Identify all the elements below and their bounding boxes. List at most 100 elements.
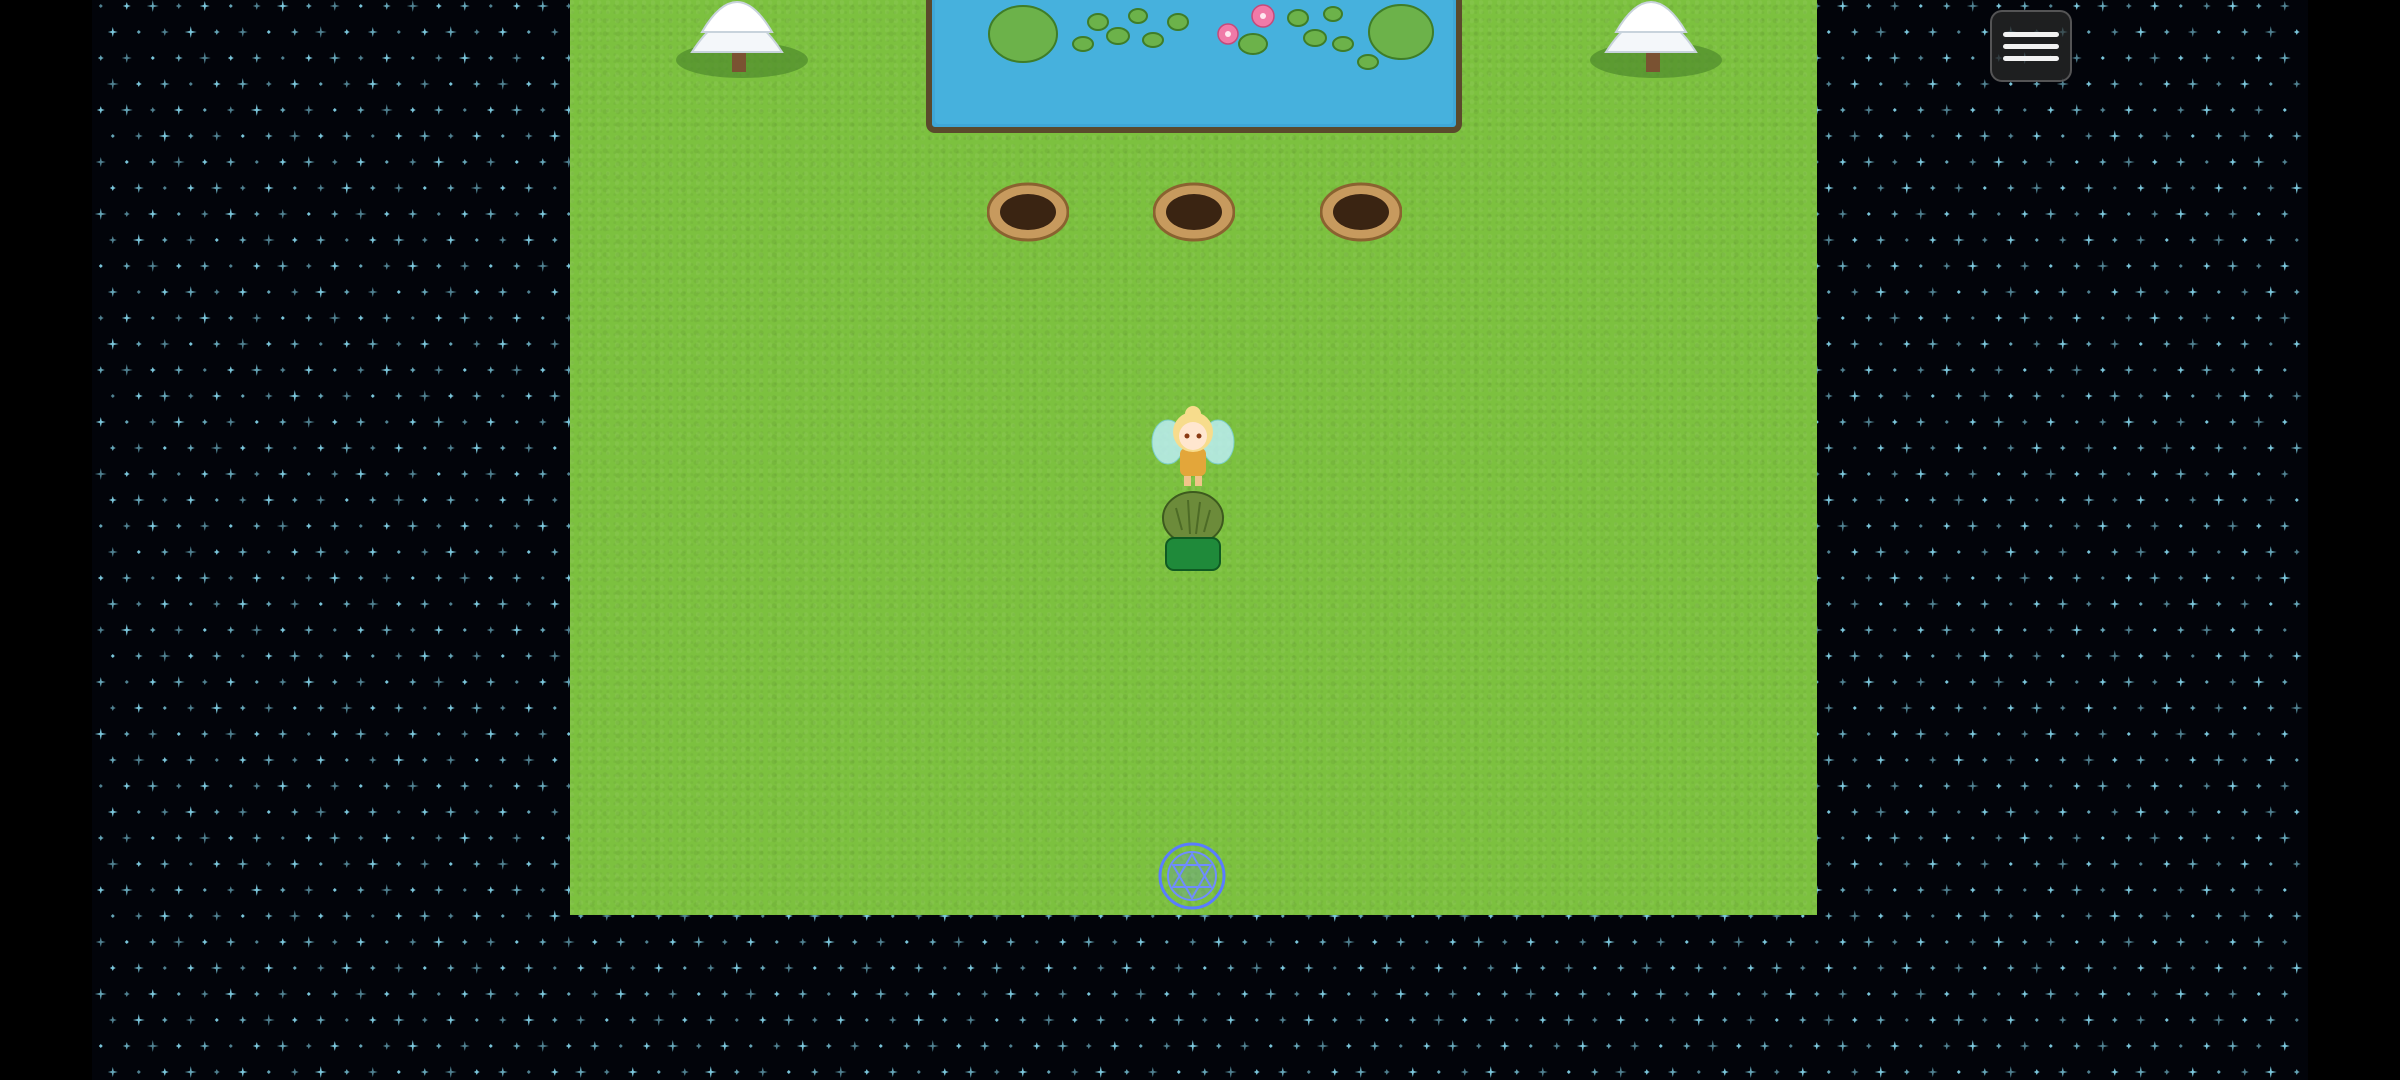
star-icon [343,809,350,815]
star-icon [458,52,471,64]
dirt-hole-3[interactable] [1320,178,1402,242]
star-icon [201,419,208,425]
star-icon [512,1042,521,1050]
game-screen[interactable] [0,0,2400,1080]
dirt-hole-2[interactable] [1153,178,1235,242]
star-icon [174,834,183,842]
star-icon [393,183,404,193]
star-icon [964,1066,977,1078]
star-icon [214,758,219,762]
dirt-hole-1[interactable] [987,178,1069,242]
star-icon [2070,624,2083,636]
star-icon [1317,989,1328,999]
star-icon [381,313,392,323]
star-icon [2034,498,2039,502]
star-icon [435,1043,442,1049]
star-icon [2108,650,2121,662]
star-icon [514,420,519,424]
star-icon [173,365,184,375]
star-icon [147,469,158,479]
star-icon [381,53,392,63]
star-icon [160,1068,169,1076]
star-icon [1889,1,1900,11]
star-icon [358,4,363,8]
star-icon [108,756,117,764]
star-icon [435,263,442,269]
star-icon [627,1067,638,1077]
star-icon [2160,182,2173,194]
star-icon [1952,234,1965,246]
star-icon [2135,755,2146,765]
star-icon [551,497,558,503]
star-icon [1889,261,1900,271]
star-icon [214,238,219,242]
star-icon [213,809,220,815]
star-icon [175,3,182,9]
star-icon [184,26,197,38]
star-icon [1864,574,1873,582]
star-icon [2178,784,2183,788]
star-icon [408,158,417,166]
star-icon [810,1068,819,1076]
star-icon [2213,443,2224,453]
star-icon [549,339,560,349]
star-icon [1380,962,1393,974]
star-icon [1993,885,2004,895]
star-icon [291,237,298,243]
star-icon [2086,30,2091,34]
star-icon [2267,913,2274,919]
star-icon [1172,1014,1185,1026]
star-icon [1943,991,1950,997]
magic-circle[interactable] [1153,842,1231,910]
star-icon [367,547,378,557]
star-icon [510,104,523,116]
grass-map[interactable] [570,0,1817,915]
star-icon [1915,417,1926,427]
fairy-character[interactable] [1150,400,1236,490]
star-icon [1839,107,1846,113]
star-icon [2163,549,2170,555]
star-icon [2083,703,2094,713]
star-icon [1952,754,1965,766]
star-icon [328,572,341,584]
star-icon [1979,79,1990,89]
star-icon [367,1067,378,1077]
star-icon [459,521,470,531]
star-icon [1849,599,1860,609]
star-icon [422,966,427,970]
star-icon [470,442,483,454]
star-icon [536,520,549,532]
star-icon [2148,52,2161,64]
star-icon [394,912,403,920]
star-icon [380,884,393,896]
star-icon [2152,628,2157,632]
star-icon [1838,158,1847,166]
star-icon [1148,1016,1157,1024]
star-icon [1034,940,1039,944]
star-icon [432,936,445,948]
star-icon [252,782,261,790]
star-icon [524,392,533,400]
star-icon [186,444,195,452]
star-icon [120,624,133,636]
star-icon [94,468,107,480]
star-icon [1915,937,1926,947]
star-icon [2046,106,2055,114]
star-icon [550,288,559,296]
star-icon [318,342,323,346]
star-icon [1849,79,1860,89]
star-icon [758,1016,767,1024]
star-icon [357,835,364,841]
star-icon [825,1043,832,1049]
menu-button[interactable] [1990,10,2072,82]
star-icon [692,936,705,948]
star-icon [2150,210,2159,218]
star-icon [1176,1070,1181,1074]
star-icon [2293,1069,2300,1075]
star-icon [524,912,533,920]
star-icon [1292,1042,1301,1050]
star-icon [280,56,285,60]
star-icon [279,367,286,373]
star-icon [1901,651,1912,661]
star-icon [1848,910,1861,922]
